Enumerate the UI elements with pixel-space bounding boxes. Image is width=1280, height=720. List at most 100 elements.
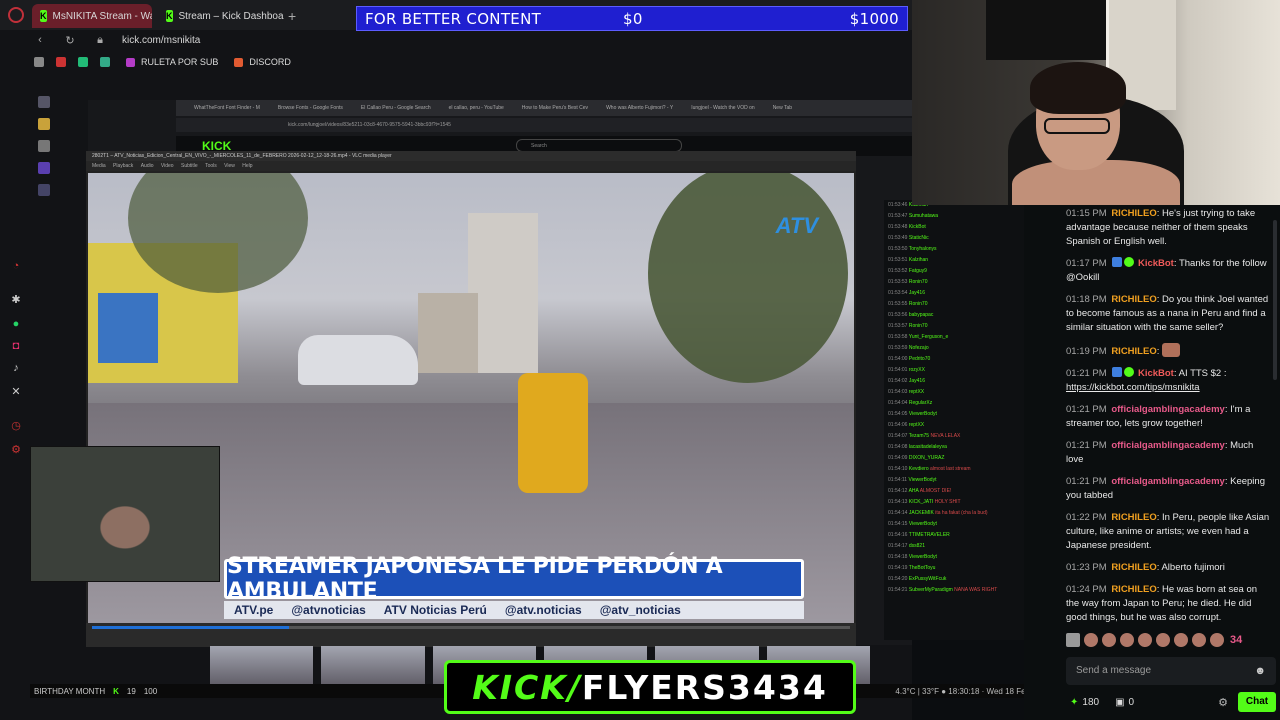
message-username[interactable]: officialgamblingacademy [1111, 476, 1225, 487]
inner-chat-time: 01:53:47 [888, 213, 909, 219]
tab-kick-dashboard[interactable]: K Stream – Kick Dashboard [158, 4, 284, 28]
bookmark-icon [234, 57, 244, 67]
streamer-hair [1030, 62, 1126, 114]
chat-message: 01:22 PM RICHILEO: In Peru, people like … [1066, 512, 1270, 551]
chat-input-placeholder: Send a message [1076, 665, 1152, 676]
instagram-icon[interactable]: ◘ [10, 340, 22, 352]
chatgpt-icon[interactable]: ✱ [10, 294, 22, 306]
message-username[interactable]: RICHILEO [1111, 208, 1156, 219]
desktop-icon-cpuid[interactable] [32, 162, 56, 174]
inner-chat-line: 01:53:50 Tonyhalonys [884, 244, 1024, 255]
inner-chat-line: 01:54:14 JACKEMIK ita ha fakat (cha la b… [884, 508, 1024, 519]
inner-chat-text: HOLY SHIT [933, 499, 961, 505]
glasses [1044, 118, 1110, 134]
settings-gear-icon[interactable]: ⚙ [1218, 696, 1228, 709]
social-handle: @atv.noticias [504, 603, 582, 617]
message-username[interactable]: KickBot [1138, 258, 1174, 269]
tv [986, 0, 1106, 60]
inner-tab: El Callao Peru - Google Search [360, 105, 431, 111]
reload-icon[interactable]: ↻ [62, 34, 78, 47]
message-username[interactable]: RICHILEO [1111, 294, 1156, 305]
whatsapp-icon[interactable]: ● [10, 318, 22, 330]
taskbar-counter: 19 [126, 686, 136, 696]
chat-input[interactable]: Send a message ☻ [1066, 657, 1276, 685]
bookmark-icon[interactable] [34, 57, 44, 67]
x-icon[interactable]: ✕ [10, 386, 22, 398]
new-tab-button[interactable]: + [288, 8, 296, 24]
bookmark-icon[interactable] [56, 57, 66, 67]
opera-sidebar-icon[interactable]: ◔ [10, 260, 22, 272]
inner-chat-time: 01:53:46 [888, 202, 909, 208]
message-username[interactable]: officialgamblingacademy [1111, 440, 1225, 451]
message-username[interactable]: officialgamblingacademy [1111, 404, 1225, 415]
inner-chat-user: Jay416 [908, 378, 925, 384]
inner-chat-time: 01:54:10 [888, 466, 909, 472]
emote-icon[interactable] [1120, 633, 1134, 647]
message-time: 01:19 PM [1066, 346, 1107, 357]
chat-scrollbar[interactable] [1273, 220, 1277, 380]
goal-target: $1000 [849, 9, 899, 28]
desktop-icon-davinci[interactable] [32, 184, 56, 196]
message-username[interactable]: RICHILEO [1111, 562, 1156, 573]
inner-chat-line: 01:54:17 dss821 [884, 541, 1024, 552]
message-username[interactable]: RICHILEO [1111, 512, 1156, 523]
emote-icon[interactable] [1192, 633, 1206, 647]
inner-chat-user: KICK_JATI [908, 499, 934, 505]
emote-icon[interactable] [1210, 633, 1224, 647]
chat-messages[interactable]: 01:15 PM RICHILEO: He's just trying to t… [1056, 205, 1280, 623]
points-icon: ✦ [1070, 696, 1079, 708]
message-time: 01:18 PM [1066, 294, 1107, 305]
inner-chat-line: 01:54:12 AHA ALMOST DIE! [884, 486, 1024, 497]
emoji-icon[interactable]: ☻ [1254, 657, 1266, 685]
chat-footer: ✦ 180 ▣ 0 ⚙ Chat [1066, 691, 1276, 713]
bookmark-discord[interactable]: DISCORD [234, 57, 291, 67]
emote-icon[interactable] [1138, 633, 1152, 647]
bookmark-label: DISCORD [249, 57, 291, 67]
history-icon[interactable]: ◷ [10, 420, 22, 432]
desktop-icon-folder[interactable] [32, 118, 56, 130]
inner-chat-line: 01:54:10 Kevdiero almost last stream [884, 464, 1024, 475]
bot-badge-icon [1112, 257, 1123, 267]
desktop-icon-this-pc[interactable] [32, 96, 56, 108]
message-username[interactable]: KickBot [1138, 368, 1174, 379]
bookmark-ruleta[interactable]: RULETA POR SUB [126, 57, 218, 67]
bookmark-icon[interactable] [78, 57, 88, 67]
tab-msnikita-stream[interactable]: K MsNIKITA Stream - Wa ✕ [32, 4, 152, 28]
vlc-menu-item: Audio [140, 163, 154, 169]
kick-small-icon: K [113, 686, 119, 696]
points-value: 180 [1082, 696, 1100, 708]
tiktok-icon[interactable]: ♪ [10, 362, 22, 374]
inner-chat-time: 01:54:06 [888, 422, 909, 428]
inner-chat-line: 01:54:07 Tezam75 NEVA LELAX [884, 431, 1024, 442]
emote-icon[interactable] [1102, 633, 1116, 647]
message-username[interactable]: RICHILEO [1111, 346, 1156, 357]
message-text: Alberto fujimori [1161, 562, 1225, 573]
message-link[interactable]: https://kickbot.com/tips/msnikita [1066, 382, 1200, 393]
vlc-menu-item: Help [242, 163, 253, 169]
points-display[interactable]: ✦ 180 [1070, 697, 1099, 708]
send-chat-button[interactable]: Chat [1238, 692, 1276, 712]
inner-chat-text: almost last stream [928, 466, 971, 472]
emote-icon[interactable] [1156, 633, 1170, 647]
bot-badge-icon [1112, 367, 1123, 377]
emote-icon[interactable] [1084, 633, 1098, 647]
vlc-seek-bar[interactable] [92, 626, 850, 629]
opera-logo-icon[interactable] [8, 7, 24, 23]
emote-icon[interactable] [1174, 633, 1188, 647]
desktop-icon-recycle[interactable] [32, 140, 56, 152]
inner-chat-line: 01:54:06 reptXX [884, 420, 1024, 431]
settings-gear-icon[interactable]: ⚙ [10, 444, 22, 456]
emote-icon[interactable] [1066, 633, 1080, 647]
bookmark-icon[interactable] [100, 57, 110, 67]
inner-chat-line: 01:54:20 ExPussyWitFcuk [884, 574, 1024, 585]
inner-chat-line: 01:54:09 DIXON_YURAZ [884, 453, 1024, 464]
back-arrow-icon[interactable]: ‹ [32, 34, 48, 46]
inner-chat-time: 01:54:18 [888, 554, 909, 560]
url-field[interactable]: kick.com/msnikita [122, 35, 200, 46]
inner-chat-user: ViewerBodyt [908, 521, 937, 527]
car [298, 335, 418, 385]
message-time: 01:21 PM [1066, 440, 1107, 451]
message-username[interactable]: RICHILEO [1111, 584, 1156, 595]
inner-chat-line: 01:53:49 StaticNic [884, 233, 1024, 244]
tickets-display[interactable]: ▣ 0 [1115, 697, 1134, 708]
